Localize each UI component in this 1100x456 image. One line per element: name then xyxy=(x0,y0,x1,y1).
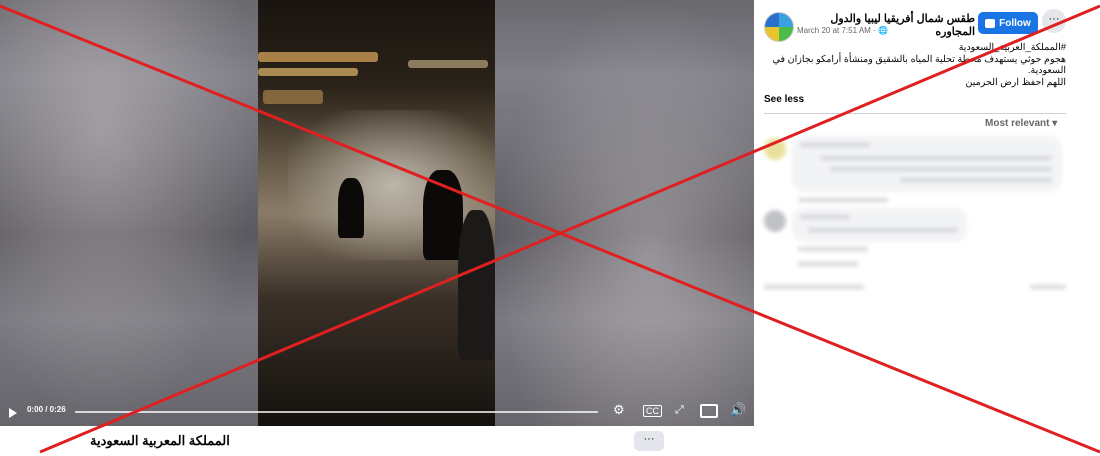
video-progress-bar[interactable] xyxy=(75,411,598,413)
comment-line xyxy=(1030,285,1066,289)
volume-icon[interactable]: 🔊 xyxy=(730,403,746,417)
comment-avatar xyxy=(764,210,786,232)
video-figure xyxy=(458,210,495,360)
comment-sort-dropdown[interactable]: Most relevant ▾ xyxy=(985,118,1057,129)
video-title: المملكة المعربية السعودية xyxy=(90,433,230,448)
divider xyxy=(764,113,1066,114)
video-light xyxy=(258,52,378,62)
comment-line xyxy=(900,178,1052,182)
pip-icon[interactable] xyxy=(700,404,718,418)
comment-bubble xyxy=(792,208,967,242)
post-text-line: هجوم حوثي يستهدف محطة تحلية المياه بالشق… xyxy=(772,53,1066,65)
video-player[interactable]: 0:00 / 0:26 ⚙ CC ⤢ 🔊 xyxy=(0,0,754,426)
post-more-button[interactable]: ··· xyxy=(1042,9,1066,33)
post-text-line: اللهم احفظ ارض الحرمين xyxy=(965,76,1066,88)
video-light xyxy=(258,68,358,76)
comment-line xyxy=(800,143,870,147)
follow-label: Follow xyxy=(999,17,1031,29)
play-icon[interactable] xyxy=(9,408,17,418)
comment-avatar xyxy=(764,138,786,160)
video-time: 0:00 / 0:26 xyxy=(27,405,66,414)
settings-icon[interactable]: ⚙ xyxy=(613,403,625,417)
page-avatar[interactable] xyxy=(764,12,794,42)
comment-line xyxy=(800,215,850,219)
video-figure xyxy=(338,178,364,238)
video-blur-left xyxy=(0,0,258,426)
video-light xyxy=(263,90,323,104)
follow-button[interactable]: Follow xyxy=(978,12,1038,34)
more-options-button[interactable]: ··· xyxy=(634,431,664,451)
post-timestamp[interactable]: March 20 at 7:51 AM · 🌐 xyxy=(797,26,888,35)
video-light xyxy=(408,60,488,68)
captions-icon[interactable]: CC xyxy=(643,405,662,417)
post-timestamp-text: March 20 at 7:51 AM · xyxy=(797,26,878,35)
post-text-line[interactable]: #المملكة_العربية_السعودية xyxy=(764,42,1066,54)
post-text-line: السعودية. xyxy=(1027,65,1066,76)
comment-line xyxy=(820,156,1052,160)
comment-line xyxy=(764,285,864,289)
globe-icon: 🌐 xyxy=(877,26,888,35)
comment-line xyxy=(798,262,858,266)
comment-line xyxy=(798,198,888,202)
see-less-link[interactable]: See less xyxy=(764,94,804,105)
post-text: #المملكة_العربية_السعودية هجوم حوثي يسته… xyxy=(764,42,1066,88)
comment-line xyxy=(830,167,1052,171)
comment-line xyxy=(798,247,868,251)
video-frame xyxy=(258,0,495,426)
video-figure xyxy=(423,170,463,260)
follow-icon xyxy=(985,18,996,28)
fullscreen-icon[interactable]: ⤢ xyxy=(675,403,684,417)
comment-line xyxy=(808,228,958,232)
video-blur-right xyxy=(492,0,754,426)
